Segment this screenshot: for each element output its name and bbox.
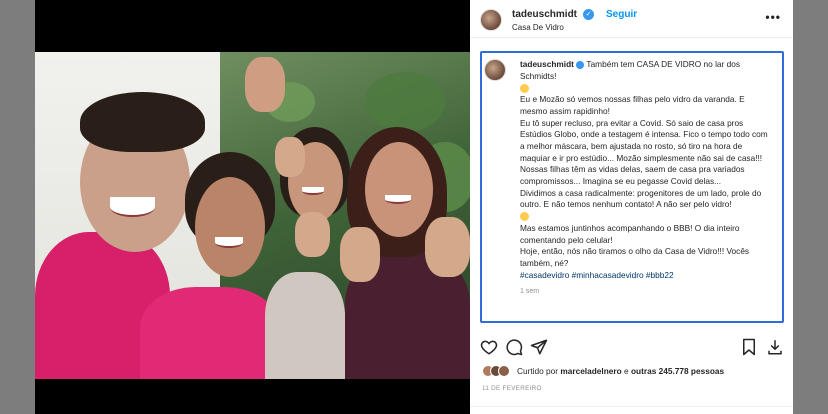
post-date: 11 DE FEVEREIRO: [482, 385, 542, 392]
post-photo[interactable]: [35, 52, 470, 379]
caption-line: Dividimos a casa radicalmente: progenito…: [520, 187, 762, 210]
avatar: [498, 365, 510, 377]
download-icon[interactable]: [766, 338, 784, 356]
follow-button[interactable]: Seguir: [606, 9, 637, 20]
caption-line: Hoje, então, nós não tiramos o olho da C…: [520, 246, 750, 268]
likes-connector: e: [624, 366, 629, 376]
verified-badge-icon: [576, 60, 585, 69]
caption-text: tadeuschmidt Também tem CASA DE VIDRO no…: [520, 59, 774, 298]
backdrop-right: [793, 0, 828, 414]
author-avatar[interactable]: [480, 9, 502, 31]
bookmark-icon[interactable]: [740, 338, 758, 356]
caption-line: Mas estamos juntinhos acompanhando o BBB…: [520, 222, 740, 245]
likes-prefix: Curtido por: [517, 366, 559, 376]
divider: [470, 406, 793, 407]
post-panel: tadeuschmidt ✓ Seguir Casa De Vidro ••• …: [470, 0, 793, 414]
photo-foliage: [365, 72, 445, 132]
liker-username[interactable]: marceladelnero: [560, 366, 621, 376]
author-username[interactable]: tadeuschmidt: [512, 9, 577, 20]
action-bar: [480, 338, 785, 358]
caption-line: Eu e Mozão só vemos nossas filhas pelo v…: [520, 94, 745, 116]
likes-count[interactable]: outras 245.778 pessoas: [631, 366, 724, 376]
heart-icon[interactable]: [480, 338, 498, 356]
likes-row: Curtido por marceladelnero e outras 245.…: [482, 364, 782, 378]
liker-avatars: [482, 364, 516, 378]
laughing-emoji-icon: [520, 83, 529, 93]
comment-icon[interactable]: [505, 338, 523, 356]
caption-line: Nossas filhas têm as vidas delas, saem d…: [520, 164, 745, 187]
post-header: tadeuschmidt ✓ Seguir Casa De Vidro •••: [470, 0, 793, 38]
paper-plane-icon[interactable]: [530, 338, 548, 356]
laughing-emoji-icon: [520, 212, 529, 222]
more-options-icon[interactable]: •••: [765, 10, 781, 24]
photo-pane: [35, 0, 470, 414]
caption-line: Eu tô super recluso, pra evitar a Covid.…: [520, 117, 768, 163]
caption-author-avatar[interactable]: [484, 59, 506, 81]
verified-badge-icon: ✓: [583, 9, 594, 20]
post-location[interactable]: Casa De Vidro: [512, 23, 564, 32]
backdrop-left: [0, 0, 35, 414]
caption-highlight: tadeuschmidt Também tem CASA DE VIDRO no…: [480, 51, 784, 323]
caption-username[interactable]: tadeuschmidt: [520, 59, 574, 69]
caption-hashtags[interactable]: #casadevidro #minhacasadevidro #bbb22: [520, 270, 674, 280]
likes-text: Curtido por marceladelnero e outras 245.…: [517, 366, 724, 376]
caption-timestamp: 1 sem: [520, 288, 540, 296]
